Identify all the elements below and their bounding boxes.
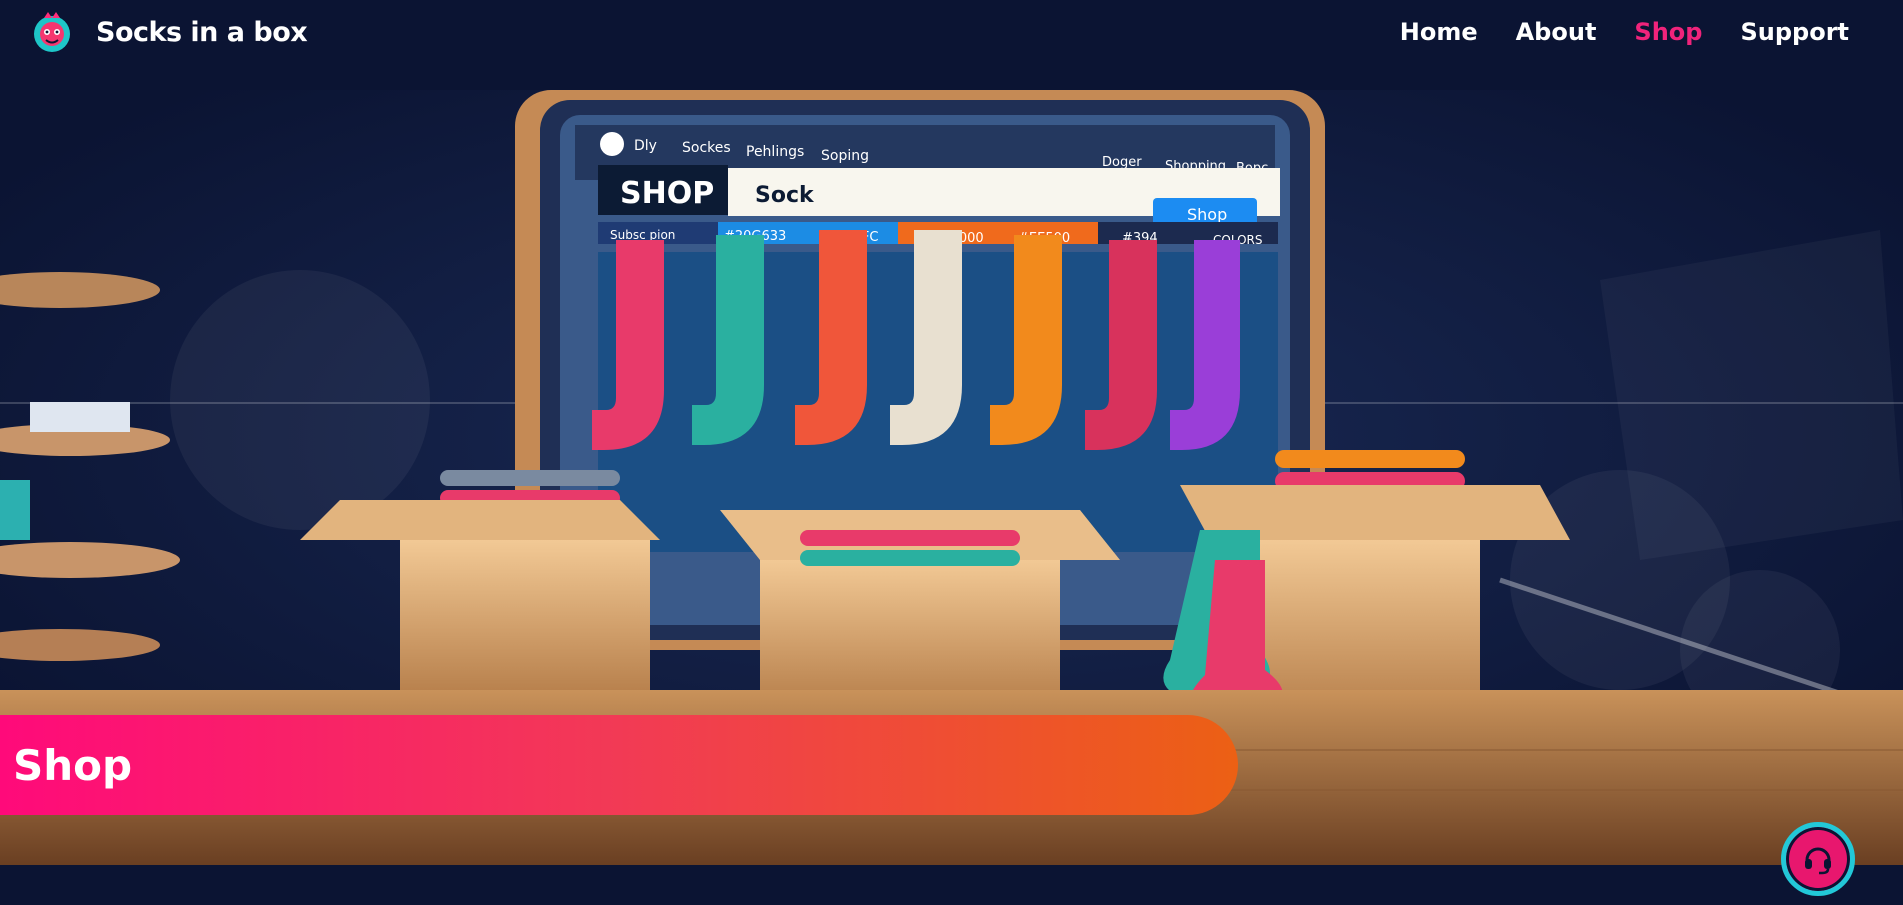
main-nav: Home About Shop Support xyxy=(1400,18,1849,46)
nav-shop[interactable]: Shop xyxy=(1634,18,1702,46)
brand-name: Socks in a box xyxy=(96,16,308,48)
strip-label-1: Subsc pion xyxy=(610,228,675,242)
brand[interactable]: Socks in a box xyxy=(30,10,308,54)
sock-mascot-icon xyxy=(34,12,70,52)
site-header: Socks in a box Home About Shop Support xyxy=(0,0,1903,64)
page-title: Shop xyxy=(13,740,133,790)
nav-about[interactable]: About xyxy=(1516,18,1597,46)
screen-menu-2: Sockes xyxy=(682,140,731,156)
screen-menu-3: Pehlings xyxy=(746,144,804,160)
screen-shop-button: Shop xyxy=(1187,205,1227,224)
nav-home[interactable]: Home xyxy=(1400,18,1478,46)
screen-search-text: Sock xyxy=(755,183,815,208)
screen-menu-1: Dly xyxy=(634,138,657,154)
screen-shop-label: SHOP xyxy=(620,176,714,211)
screen-menu-right-1: Doger xyxy=(1102,155,1142,170)
nav-support[interactable]: Support xyxy=(1740,18,1849,46)
headset-icon xyxy=(1805,847,1831,875)
screen-menu-4: Soping xyxy=(821,148,869,164)
support-chat-button[interactable] xyxy=(1781,822,1855,896)
page-title-banner: Shop xyxy=(0,715,1238,815)
